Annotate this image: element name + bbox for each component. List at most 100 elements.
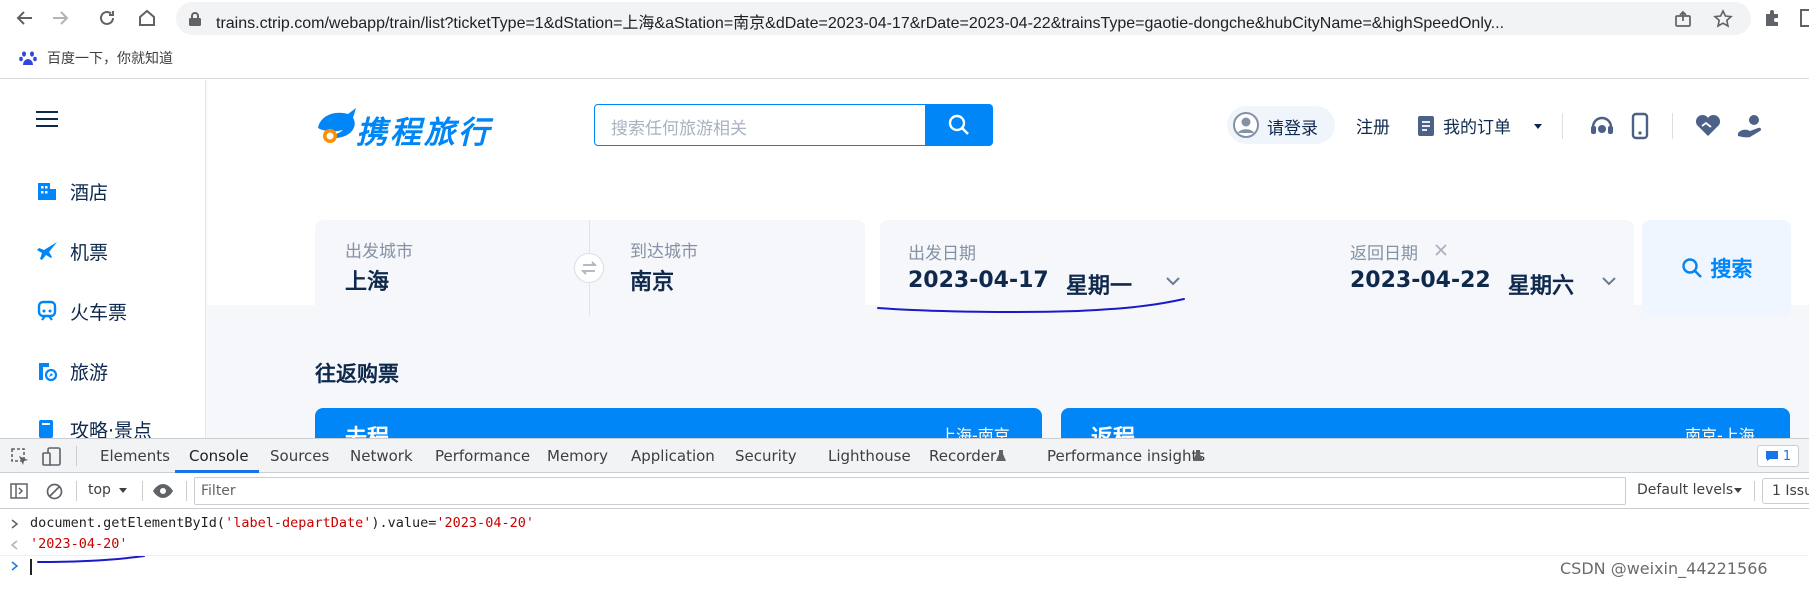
forward-button[interactable] [46,4,74,32]
console-result[interactable]: '2023-04-20' [30,536,128,552]
console-output: document.getElementById('label-departDat… [0,509,1809,592]
caret-down-icon [119,488,127,493]
forward-arrow-icon [53,11,69,25]
swap-arrows-icon [580,261,598,275]
inspect-element-icon[interactable] [11,448,29,466]
browser-toolbar: trains.ctrip.com/webapp/train/list?ticke… [0,0,1809,37]
search-icon [1681,258,1702,278]
console-filter-input[interactable]: Filter [194,477,1626,505]
sidebar-item-train[interactable]: 火车票 [36,296,127,326]
sidebar-toggle-icon[interactable] [10,483,28,499]
site-search-input[interactable]: 搜索任何旅游相关 [594,104,926,146]
dolphin-logo-icon [318,108,356,143]
site-header: 携程旅行 搜索任何旅游相关 请登录 注册 我的订单 [207,80,1809,200]
customer-service-icon[interactable] [1589,113,1615,139]
issues-counter[interactable]: 1 [1757,445,1799,467]
clear-return-icon[interactable] [1434,243,1448,257]
city-selector: 出发城市 上海 到达城市 南京 [315,220,865,316]
divider [142,481,143,501]
tab-elements[interactable]: Elements [100,447,170,465]
login-label: 请登录 [1267,119,1318,139]
return-weekday: 星期六 [1508,274,1575,299]
back-button[interactable] [11,4,39,32]
return-date-label: 返回日期 [1350,244,1418,264]
sidebar-item-hotel[interactable]: 酒店 [36,176,108,206]
guide-icon [39,420,53,438]
train-search-button[interactable]: 搜索 [1642,220,1791,316]
tab-performance[interactable]: Performance [435,447,530,465]
tab-recorder[interactable]: Recorder [929,447,996,465]
log-levels-dropdown[interactable]: Default levels [1637,481,1742,501]
flask-icon [1193,450,1203,461]
return-route: 南京-上海 [1685,426,1755,438]
issues-count: 1 [1782,448,1792,464]
chevron-down-icon [1166,277,1180,286]
reload-button[interactable] [93,4,121,32]
console-prompt-input[interactable] [30,559,32,575]
sidebar-item-label: 火车票 [70,301,128,324]
sidebar-item-flight[interactable]: 机票 [36,236,108,266]
arrive-city-label: 到达城市 [630,242,698,262]
return-date-field[interactable]: 返回日期 2023-04-22 星期六 [1350,220,1620,316]
mobile-app-icon[interactable] [1631,112,1649,140]
helping-hand-icon[interactable] [1737,113,1763,139]
log-levels-label: Default levels [1637,482,1734,498]
handshake-heart-icon[interactable] [1694,114,1722,138]
tab-memory[interactable]: Memory [547,447,608,465]
tab-console[interactable]: Console [189,447,249,465]
csdn-watermark: CSDN @weixin_44221566 [1560,559,1768,578]
console-toolbar: top Filter Default levels 1 Issu [0,473,1809,509]
login-button[interactable]: 请登录 [1227,106,1335,144]
console-command: document.getElementById('label-departDat… [30,515,534,531]
devtools-panel: Elements Console Sources Network Perform… [0,438,1809,592]
return-label: 返程 [1091,420,1135,438]
caret-down-icon [1534,124,1542,129]
hamburger-menu-icon[interactable] [36,110,58,128]
ink-underline-annotation [877,298,1185,313]
sidebar-item-label: 机票 [70,241,109,264]
issues-button-label: 1 Issu [1772,483,1809,499]
home-button[interactable] [133,4,161,32]
side-panel-icon[interactable] [1800,9,1809,27]
my-orders-button[interactable]: 我的订单 [1417,112,1545,140]
register-link[interactable]: 注册 [1356,113,1390,138]
tab-lighthouse[interactable]: Lighthouse [828,447,911,465]
tab-network[interactable]: Network [350,447,413,465]
divider [76,481,77,501]
ctrip-logo[interactable]: 携程旅行 [314,106,554,151]
sidebar-item-travel[interactable]: 旅游 [36,356,108,386]
webpage: 酒店 机票 火车票 旅游 攻略·景点 携程旅行 搜索任何旅游相关 请登录 注册 … [0,80,1809,442]
issues-button[interactable]: 1 Issu [1762,478,1809,504]
divider [76,446,77,466]
order-list-icon [1418,116,1434,136]
input-chevron-icon [11,519,19,529]
divider [0,555,1809,556]
tab-performance-insights[interactable]: Performance insights [1047,447,1205,465]
tab-sources[interactable]: Sources [270,447,329,465]
search-label: 搜索 [1710,257,1753,281]
search-placeholder: 搜索任何旅游相关 [611,119,747,139]
return-header: 返程 南京-上海 [1061,408,1790,438]
tab-application[interactable]: Application [631,447,715,465]
arrive-city-field[interactable]: 到达城市 南京 [630,220,850,316]
eye-icon[interactable] [152,483,174,499]
message-icon [1765,451,1778,461]
tab-security[interactable]: Security [735,447,797,465]
prompt-chevron-icon [11,561,19,571]
depart-city-field[interactable]: 出发城市 上海 [345,220,575,316]
address-bar[interactable]: trains.ctrip.com/webapp/train/list?ticke… [176,2,1751,35]
caret-down-icon [1734,488,1742,493]
bookmarks-bar: 百度一下，你就知道 [0,37,1809,79]
depart-city-label: 出发城市 [345,242,413,262]
site-search-button[interactable] [925,104,993,146]
search-icon [948,114,969,135]
device-toolbar-icon[interactable] [42,447,62,467]
depart-date-label: 出发日期 [908,244,976,264]
context-selector[interactable]: top [88,481,132,501]
url-text[interactable]: trains.ctrip.com/webapp/train/list?ticke… [216,9,1646,33]
clear-console-icon[interactable] [46,483,63,500]
bookmark-baidu[interactable]: 百度一下，你就知道 [47,48,173,68]
swap-cities-button[interactable] [574,253,604,283]
outbound-route: 上海-南京 [940,426,1010,438]
extensions-icon [1766,10,1778,26]
